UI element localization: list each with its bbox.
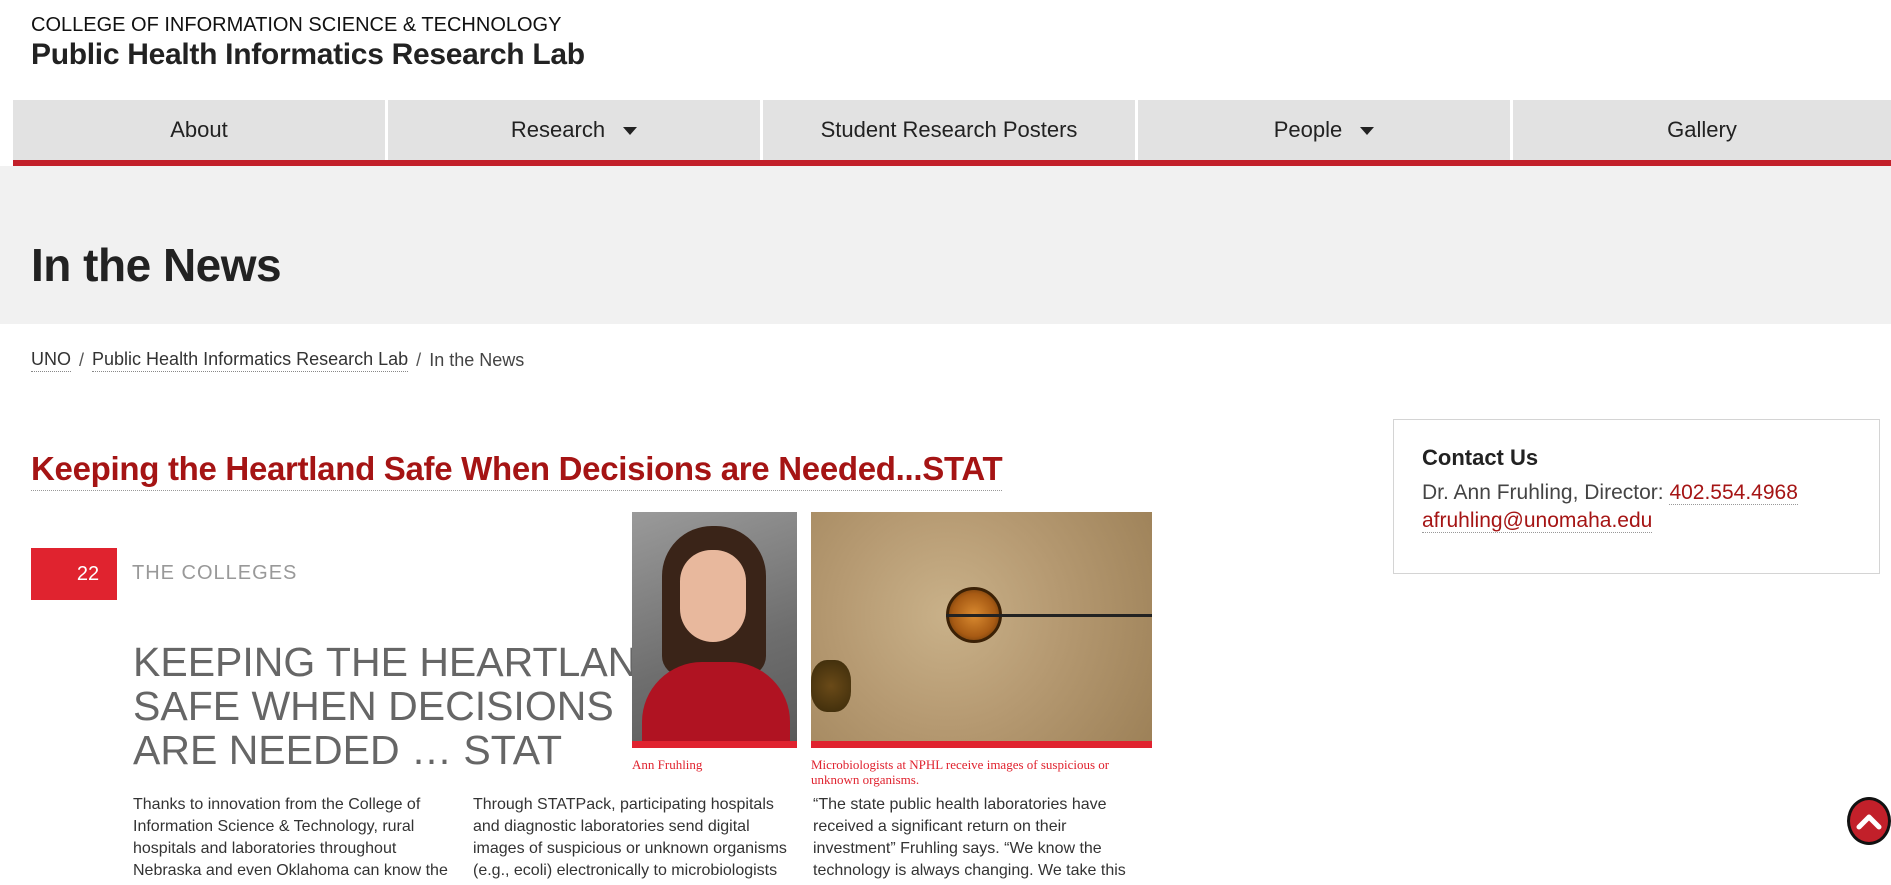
breadcrumb-current: In the News	[429, 350, 525, 370]
article-clipping-image[interactable]: 22 THE COLLEGES KEEPING THE HEARTLAND SA…	[31, 512, 1152, 885]
chevron-up-icon	[1856, 814, 1882, 830]
article-title-link[interactable]: Keeping the Heartland Safe When Decision…	[31, 450, 1003, 491]
back-to-top-button[interactable]	[1847, 797, 1891, 845]
nav-item-gallery[interactable]: Gallery	[1513, 100, 1891, 160]
nav-item-about[interactable]: About	[13, 100, 385, 160]
microscope-photo	[811, 512, 1152, 748]
breadcrumb-link-lab[interactable]: Public Health Informatics Research Lab	[92, 349, 409, 372]
clipping-column-3: “The state public health laboratories ha…	[813, 796, 1126, 879]
nav-item-label: About	[170, 117, 228, 142]
clipping-column-2: Through STATPack, participating hospital…	[473, 796, 787, 879]
caret-down-icon	[623, 127, 638, 135]
breadcrumb-separator: /	[416, 350, 422, 370]
organism-cluster	[811, 660, 851, 712]
page-banner	[0, 166, 1891, 324]
breadcrumb-separator: /	[79, 350, 85, 370]
portrait-face	[680, 550, 746, 642]
page-number: 22	[76, 562, 100, 585]
lab-name[interactable]: Public Health Informatics Research Lab	[31, 37, 585, 73]
nav-item-research[interactable]: Research	[388, 100, 760, 160]
nav-item-student-research-posters[interactable]: Student Research Posters	[763, 100, 1135, 160]
nav-item-label: People	[1273, 117, 1343, 142]
caption-micro: Microbiologists at NPHL receive images o…	[811, 757, 1110, 787]
headline-line: KEEPING THE HEARTLAND	[133, 639, 667, 685]
page-title: In the News	[31, 239, 282, 291]
contact-phone-link[interactable]: 402.554.4968	[1669, 481, 1798, 505]
site-header: COLLEGE OF INFORMATION SCIENCE & TECHNOL…	[31, 14, 585, 73]
portrait-shirt	[642, 662, 790, 741]
nav-item-label: Gallery	[1667, 117, 1737, 142]
headline-line: ARE NEEDED … STAT	[133, 727, 563, 773]
contact-name: Dr. Ann Fruhling, Director:	[1422, 481, 1670, 504]
section-label: THE COLLEGES	[132, 562, 298, 584]
college-name[interactable]: COLLEGE OF INFORMATION SCIENCE & TECHNOL…	[31, 14, 585, 36]
caret-down-icon	[1360, 127, 1375, 135]
main-nav: About Research Student Research Posters …	[13, 100, 1891, 160]
nav-item-label: Research	[510, 117, 606, 142]
contact-email-line: afruhling@unomaha.edu	[1422, 507, 1851, 535]
breadcrumb: UNO / Public Health Informatics Research…	[31, 349, 524, 372]
nav-item-label: Student Research Posters	[820, 117, 1078, 142]
clipping-headline: KEEPING THE HEARTLAND SAFE WHEN DECISION…	[133, 640, 667, 772]
contact-director: Dr. Ann Fruhling, Director: 402.554.4968	[1422, 479, 1851, 507]
breadcrumb-link-uno[interactable]: UNO	[31, 349, 71, 372]
clipping-column-1: Thanks to innovation from the College of…	[133, 796, 448, 879]
contact-heading: Contact Us	[1422, 445, 1539, 470]
page-number-box: 22	[31, 548, 117, 600]
portrait-photo	[632, 512, 797, 748]
measurement-ruler	[946, 614, 1152, 617]
contact-email-link[interactable]: afruhling@unomaha.edu	[1422, 509, 1653, 533]
nav-item-people[interactable]: People	[1138, 100, 1510, 160]
caption-person: Ann Fruhling	[632, 757, 703, 772]
contact-box: Contact Us Dr. Ann Fruhling, Director: 4…	[1393, 419, 1880, 574]
headline-line: SAFE WHEN DECISIONS	[133, 683, 614, 729]
